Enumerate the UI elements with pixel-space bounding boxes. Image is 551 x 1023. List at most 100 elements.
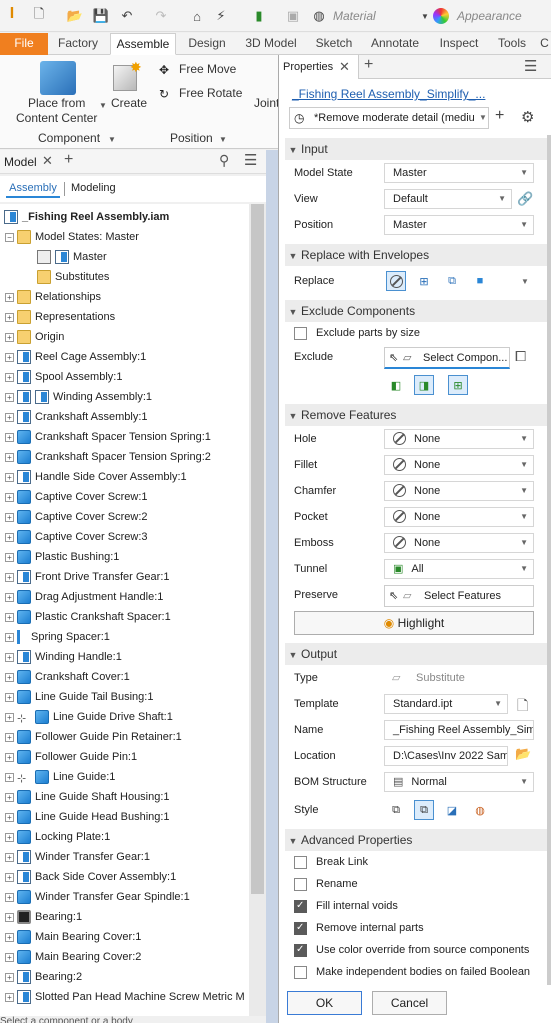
menu-icon[interactable]: ☰ <box>244 151 257 169</box>
tree-item[interactable]: + Relationships <box>5 288 101 306</box>
exclude-pattern-icon[interactable]: ⊞ <box>448 375 468 395</box>
graphics-window[interactable] <box>266 150 278 1023</box>
tree-item[interactable]: + Plastic Crankshaft Spacer:1 <box>5 608 171 626</box>
template-dropdown[interactable]: Standard.ipt ▼ <box>384 694 508 714</box>
tree-item[interactable]: + Origin <box>5 328 64 346</box>
tunnel-dropdown[interactable]: ▣ All ▼ <box>384 559 534 579</box>
fillet-dropdown[interactable]: None ▼ <box>384 455 534 475</box>
tree-item[interactable]: + Slotted Pan Head Machine Screw Metric M <box>5 988 245 1006</box>
save-icon[interactable]: 💾 <box>92 8 110 24</box>
search-icon[interactable]: ⚲ <box>219 152 229 169</box>
tree-item[interactable]: + Reel Cage Assembly:1 <box>5 348 146 366</box>
tree-item[interactable]: + Bearing:1 <box>5 908 82 926</box>
tree-item[interactable]: + Crankshaft Cover:1 <box>5 668 130 686</box>
bom-dropdown[interactable]: ▤ Normal ▼ <box>384 772 534 792</box>
style-solid-icon[interactable]: ◪ <box>442 800 462 820</box>
tree-item[interactable]: + Line Guide Shaft Housing:1 <box>5 788 170 806</box>
replace-all-components-icon[interactable]: ⧉ <box>442 271 462 291</box>
properties-tab[interactable]: Properties <box>283 61 333 73</box>
expand-icon[interactable]: + <box>5 992 14 1002</box>
location-input[interactable]: D:\Cases\Inv 2022 Samp <box>384 746 508 766</box>
place-content-center-icon[interactable] <box>40 61 76 95</box>
new-file-icon[interactable]: 🗋 <box>30 6 48 24</box>
tab-tools[interactable]: Tools <box>494 33 530 55</box>
tree-item-substitutes[interactable]: Substitutes <box>37 268 109 286</box>
properties-scrollbar[interactable] <box>547 135 551 985</box>
expand-icon[interactable]: + <box>5 752 14 762</box>
tree-item[interactable]: + Follower Guide Pin Retainer:1 <box>5 728 182 746</box>
close-icon[interactable]: ✕ <box>339 59 350 75</box>
style-single-body-icon[interactable]: ⧉ <box>386 800 406 820</box>
create-label[interactable]: Create <box>111 96 147 110</box>
tab-sketch[interactable]: Sketch <box>308 33 360 55</box>
tab-3d-model[interactable]: 3D Model <box>240 33 302 55</box>
tab-overflow[interactable]: C <box>538 33 551 55</box>
expand-icon[interactable]: + <box>5 372 14 382</box>
replace-none-button[interactable] <box>386 271 406 291</box>
view-dropdown[interactable]: Default ▼ <box>384 189 512 209</box>
tree-item[interactable]: + Captive Cover Screw:3 <box>5 528 148 546</box>
free-move-button[interactable]: Free Move <box>179 62 236 76</box>
tree-item[interactable]: + Line Guide Tail Busing:1 <box>5 688 153 706</box>
expand-icon[interactable]: + <box>5 332 14 342</box>
expand-icon[interactable]: + <box>5 552 14 562</box>
remove-internal-checkbox[interactable] <box>294 922 307 935</box>
tab-design[interactable]: Design <box>180 33 234 55</box>
tab-assembly[interactable]: Assembly <box>6 182 60 198</box>
exclude-visible-icon[interactable]: ◨ <box>414 375 434 395</box>
tree-item[interactable]: + Main Bearing Cover:1 <box>5 928 141 946</box>
expand-icon[interactable]: + <box>5 352 14 362</box>
replace-chevron-icon[interactable]: ▼ <box>521 277 529 286</box>
color-override-checkbox[interactable] <box>294 944 307 957</box>
tree-item[interactable]: + ⊹ Line Guide:1 <box>5 768 115 786</box>
section-replace[interactable]: ▼ Replace with Envelopes <box>285 244 547 266</box>
tree-item[interactable]: + Winder Transfer Gear Spindle:1 <box>5 888 190 906</box>
select-icon[interactable]: ▮ <box>250 8 268 24</box>
exclude-select-components[interactable]: ⇖ ▱ Select Compon... <box>384 347 510 369</box>
expand-icon[interactable]: + <box>5 412 14 422</box>
tab-annotate[interactable]: Annotate <box>366 33 424 55</box>
expand-icon[interactable]: + <box>5 592 14 602</box>
tree-item[interactable]: + Spring Spacer:1 <box>5 628 110 646</box>
position-dropdown[interactable]: Master ▼ <box>384 215 534 235</box>
pocket-dropdown[interactable]: None ▼ <box>384 507 534 527</box>
open-folder-icon[interactable]: 📂 <box>66 8 84 24</box>
gear-icon[interactable]: ⚙ <box>521 108 534 126</box>
tree-item[interactable]: + Winding Handle:1 <box>5 648 122 666</box>
rename-checkbox[interactable] <box>294 878 307 891</box>
expand-icon[interactable]: + <box>5 572 14 582</box>
chamfer-dropdown[interactable]: None ▼ <box>384 481 534 501</box>
hole-dropdown[interactable]: None ▼ <box>384 429 534 449</box>
group-component[interactable]: Component <box>38 131 100 145</box>
model-state-dropdown[interactable]: Master ▼ <box>384 163 534 183</box>
expand-icon[interactable]: + <box>5 772 14 782</box>
tree-item[interactable]: + Spool Assembly:1 <box>5 368 122 386</box>
exclude-internal-icon[interactable]: ◧ <box>386 375 406 395</box>
tab-assemble[interactable]: Assemble <box>110 33 176 55</box>
expand-icon[interactable]: + <box>5 492 14 502</box>
expand-icon[interactable]: + <box>5 472 14 482</box>
tree-item[interactable]: + ⊹ Line Guide Drive Shaft:1 <box>5 708 173 726</box>
group-position[interactable]: Position <box>170 131 213 145</box>
tree-item-master[interactable]: Master <box>37 248 107 266</box>
folder-browse-icon[interactable]: 📂 <box>515 746 531 762</box>
style-multi-body-icon[interactable]: ⧉ <box>414 800 434 820</box>
place-label-2[interactable]: Content Center <box>16 111 97 125</box>
component-group-chevron-icon[interactable]: ▼ <box>108 135 116 144</box>
tree-item[interactable]: + Captive Cover Screw:1 <box>5 488 148 506</box>
expand-icon[interactable]: + <box>5 672 14 682</box>
position-group-chevron-icon[interactable]: ▼ <box>219 135 227 144</box>
highlight-button[interactable]: ◉ Highlight <box>294 611 534 635</box>
tree-item[interactable]: + Back Side Cover Assembly:1 <box>5 868 176 886</box>
tree-item[interactable]: + Crankshaft Spacer Tension Spring:1 <box>5 428 211 446</box>
add-panel-icon[interactable]: + <box>364 56 373 74</box>
properties-icon[interactable]: ▣ <box>284 8 302 24</box>
tree-item[interactable]: + Front Drive Transfer Gear:1 <box>5 568 170 586</box>
expand-icon[interactable]: + <box>5 292 14 302</box>
expand-icon[interactable]: + <box>5 952 14 962</box>
expand-icon[interactable]: + <box>5 632 14 642</box>
collapse-icon[interactable]: − <box>5 232 14 242</box>
model-tab[interactable]: Model <box>4 155 37 169</box>
expand-icon[interactable]: + <box>5 852 14 862</box>
expand-icon[interactable]: + <box>5 812 14 822</box>
